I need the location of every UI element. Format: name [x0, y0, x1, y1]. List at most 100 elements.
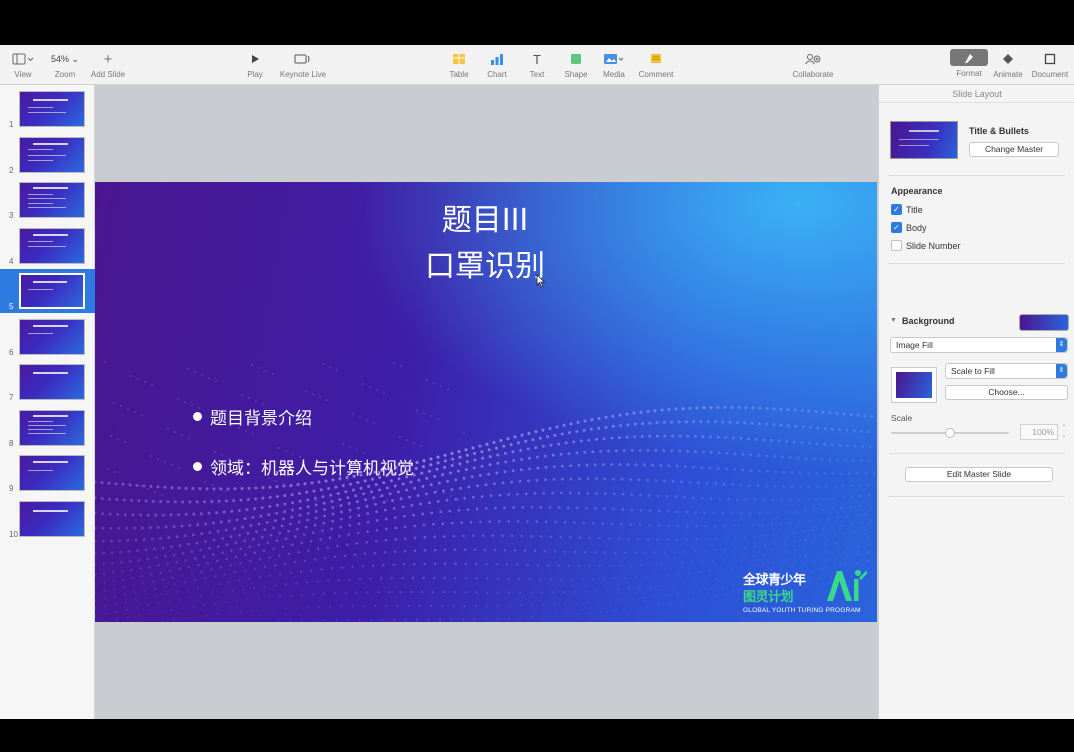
text-button[interactable]: T Text: [524, 49, 550, 83]
slide-thumbnail-row[interactable]: 3: [0, 178, 95, 222]
title-checkbox-label: Title: [906, 204, 923, 215]
play-button[interactable]: Play: [244, 49, 266, 83]
change-master-button[interactable]: Change Master: [969, 142, 1059, 157]
checkmark-icon[interactable]: ✓: [891, 222, 902, 233]
master-thumbnail[interactable]: [890, 121, 958, 159]
slide-number: 3: [9, 211, 14, 220]
bullet-text: 题目背景介绍: [210, 409, 312, 429]
slide-thumbnail[interactable]: [19, 182, 85, 218]
inspector-header: Slide Layout: [879, 85, 1074, 103]
edit-master-slide-button[interactable]: Edit Master Slide: [905, 467, 1053, 482]
slide-number-checkbox-label: Slide Number: [906, 240, 961, 251]
slide-thumbnail[interactable]: [19, 273, 85, 309]
image-fill-thumbnail[interactable]: [891, 367, 937, 403]
comment-label: Comment: [638, 70, 674, 79]
shape-icon: [569, 49, 583, 69]
choose-image-button[interactable]: Choose...: [945, 385, 1068, 400]
bullet-dot-icon: [193, 412, 202, 421]
scale-value-field[interactable]: 100%: [1020, 424, 1058, 440]
slide-thumbnail[interactable]: [19, 136, 85, 173]
play-label: Play: [247, 70, 263, 79]
checkmark-icon[interactable]: ✓: [891, 204, 902, 215]
keynote-live-button[interactable]: Keynote Live: [275, 49, 331, 83]
slide-thumbnail-row[interactable]: 5: [0, 269, 95, 313]
slide-thumbnail-row[interactable]: 7: [0, 360, 95, 404]
text-label: Text: [529, 70, 545, 79]
scale-mode-value: Scale to Fill: [951, 366, 995, 376]
scale-slider[interactable]: [891, 428, 1009, 438]
logo-line-2: 图灵计划: [743, 589, 794, 604]
bullet-dot-icon: [193, 462, 202, 471]
zoom-button[interactable]: 54% ⌄ Zoom: [50, 49, 80, 83]
slide-number: 5: [9, 302, 14, 311]
slide-number: 8: [9, 438, 14, 448]
scale-label: Scale: [891, 413, 913, 423]
table-button[interactable]: Table: [446, 49, 472, 83]
slide-number-checkbox-row[interactable]: Slide Number: [891, 240, 961, 251]
slide-thumbnail-row[interactable]: 6: [0, 315, 95, 359]
media-icon: [603, 49, 625, 69]
slide-number: 2: [9, 165, 14, 175]
document-button[interactable]: Document: [1028, 49, 1072, 83]
slide-thumbnail-row[interactable]: 2: [0, 133, 95, 177]
animate-button[interactable]: Animate: [990, 49, 1026, 83]
slide-thumbnail-row[interactable]: 4: [0, 224, 95, 268]
chart-icon: [490, 49, 504, 69]
slide-thumbnail[interactable]: [19, 91, 85, 127]
slide-thumbnail-row[interactable]: 1: [0, 87, 95, 131]
zoom-label: Zoom: [54, 70, 76, 79]
animate-label: Animate: [993, 70, 1023, 79]
mouse-cursor-icon: [536, 274, 546, 288]
format-icon: [950, 49, 988, 66]
shape-button[interactable]: Shape: [562, 49, 590, 83]
animate-icon: [1001, 49, 1015, 69]
play-icon: [250, 49, 260, 69]
format-button[interactable]: Format: [949, 49, 989, 83]
current-slide[interactable]: 题目III 口罩识别 题目背景介绍 领域：机器人与计算机视觉 全球青少年 图灵计…: [95, 182, 877, 622]
fill-type-popup[interactable]: Image Fill ⇕: [890, 337, 1068, 353]
add-slide-label: Add Slide: [90, 70, 126, 79]
comment-button[interactable]: Comment: [636, 49, 676, 83]
disclosure-triangle-icon[interactable]: ▼: [890, 317, 897, 324]
slide-canvas[interactable]: 题目III 口罩识别 题目背景介绍 领域：机器人与计算机视觉 全球青少年 图灵计…: [95, 85, 878, 719]
keynote-live-icon: [294, 49, 312, 69]
collaborate-button[interactable]: Collaborate: [790, 49, 836, 83]
slide-thumbnail-row[interactable]: 9: [0, 451, 95, 495]
view-label: View: [14, 70, 32, 79]
slide-thumbnail-row[interactable]: 10: [0, 497, 95, 541]
scale-slider-knob[interactable]: [945, 428, 955, 438]
divider: [889, 496, 1065, 497]
divider: [889, 263, 1065, 264]
format-inspector: Slide Layout Title & Bullets Change Mast…: [878, 85, 1074, 719]
view-button[interactable]: View: [8, 49, 38, 83]
slide-thumbnail[interactable]: [19, 455, 85, 491]
slide-title[interactable]: 题目III 口罩识别: [345, 198, 625, 290]
background-color-swatch[interactable]: [1019, 314, 1069, 331]
bullet-item-2[interactable]: 领域：机器人与计算机视觉: [193, 454, 414, 479]
scale-mode-popup[interactable]: Scale to Fill ⇕: [945, 363, 1068, 379]
body-checkbox-label: Body: [906, 222, 927, 233]
comment-icon: [649, 49, 663, 69]
turing-program-logo: 全球青少年 图灵计划 GLOBAL YOUTH TURING PROGRAM: [741, 567, 871, 617]
shape-label: Shape: [564, 70, 588, 79]
bullet-text: 领域：机器人与计算机视觉: [210, 459, 414, 479]
scale-stepper[interactable]: ⌃ ⌄: [1060, 424, 1068, 440]
slide-number: 7: [9, 393, 14, 402]
slide-thumbnail[interactable]: [19, 227, 85, 264]
empty-checkbox-icon[interactable]: [891, 240, 902, 251]
slide-thumbnail[interactable]: [19, 364, 85, 400]
slide-thumbnail[interactable]: [19, 409, 85, 446]
slide-thumbnail[interactable]: [19, 318, 85, 355]
bullet-item-1[interactable]: 题目背景介绍: [193, 404, 312, 429]
fill-type-value: Image Fill: [896, 340, 933, 350]
title-checkbox-row[interactable]: ✓ Title: [891, 204, 923, 215]
slide-title-line-2: 口罩识别: [425, 249, 545, 284]
add-slide-button[interactable]: + Add Slide: [88, 49, 128, 83]
keynote-live-label: Keynote Live: [279, 70, 327, 79]
chart-button[interactable]: Chart: [484, 49, 510, 83]
slide-thumbnail-row[interactable]: 8: [0, 406, 95, 450]
body-checkbox-row[interactable]: ✓ Body: [891, 222, 927, 233]
slide-thumbnail[interactable]: [19, 500, 85, 537]
divider: [889, 453, 1065, 454]
media-button[interactable]: Media: [600, 49, 628, 83]
